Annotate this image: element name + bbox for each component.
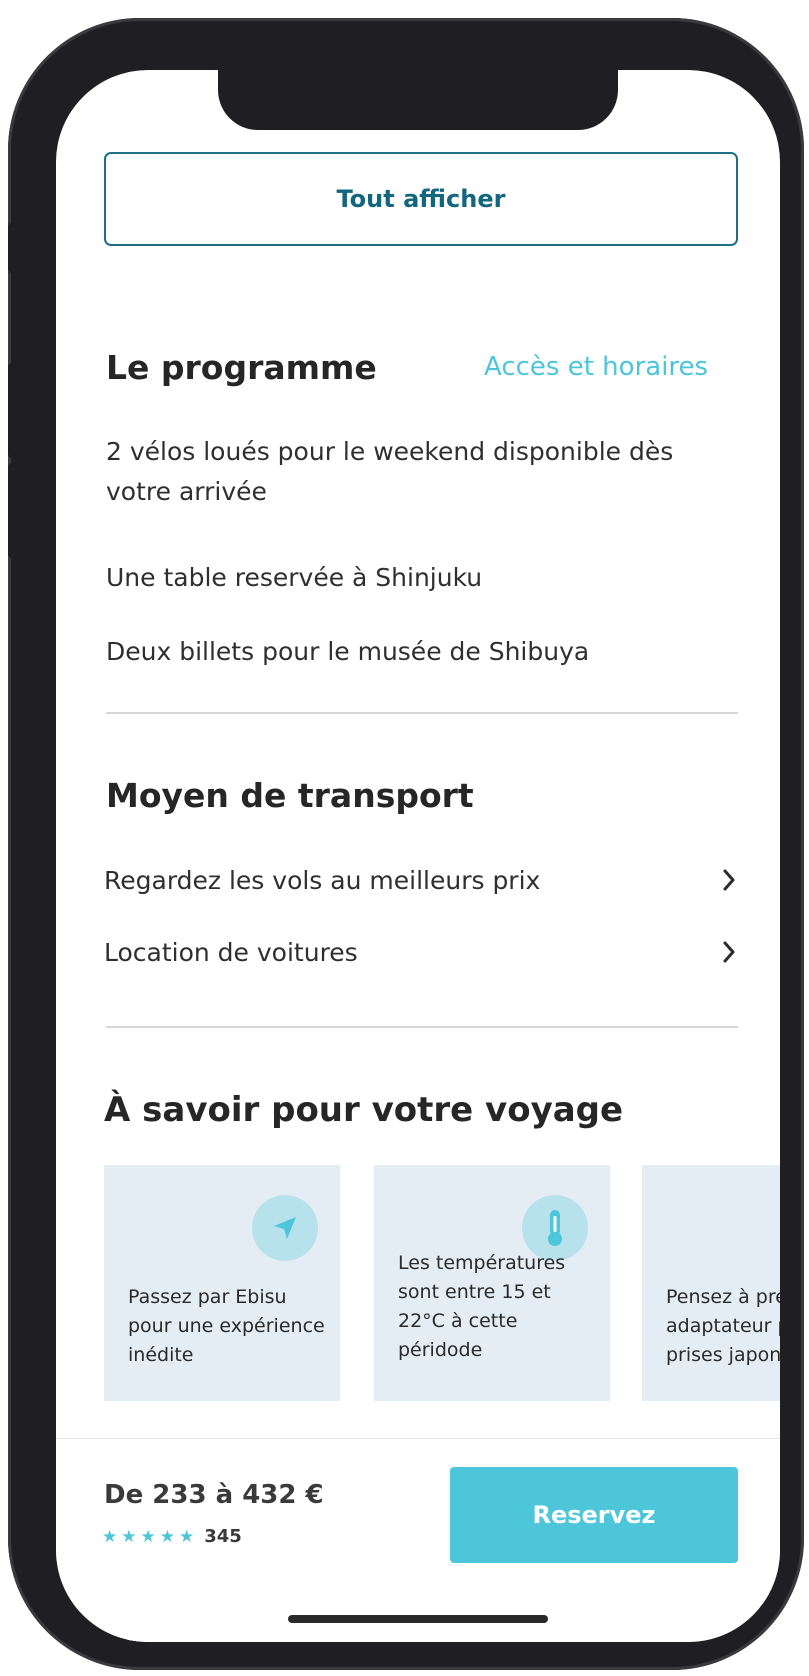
star-icon: ★	[159, 1526, 175, 1547]
price-range: De 233 à 432 €	[104, 1480, 324, 1510]
program-title: Le programme	[106, 348, 377, 387]
navigation-arrow-icon	[252, 1195, 318, 1261]
star-icon: ★	[179, 1526, 195, 1547]
rating: ★ ★ ★ ★ ★ 345	[102, 1526, 242, 1547]
transport-title: Moyen de transport	[106, 776, 474, 815]
rating-count: 345	[204, 1526, 242, 1547]
program-item: 2 vélos loués pour le weekend disponible…	[106, 437, 674, 506]
trip-info-card[interactable]: Pensez à prendre un adaptateur pour les …	[642, 1165, 780, 1401]
trip-info-title: À savoir pour votre voyage	[104, 1090, 624, 1130]
access-hours-link[interactable]: Accès et horaires	[484, 352, 708, 382]
chevron-right-icon	[718, 867, 740, 893]
transport-item-flights[interactable]: Regardez les vols au meilleurs prix	[104, 860, 740, 900]
phone-screen: Tout afficher Le programme Accès et hora…	[56, 70, 780, 1642]
card-text: Pensez à prendre un adaptateur pour les …	[666, 1286, 780, 1366]
transport-item-label: Regardez les vols au meilleurs prix	[104, 865, 541, 895]
card-text: Les températures sont entre 15 et 22°C à…	[398, 1252, 566, 1361]
transport-item-label: Location de voitures	[104, 937, 358, 967]
trip-info-card[interactable]: Les températures sont entre 15 et 22°C à…	[374, 1165, 610, 1401]
divider	[106, 712, 738, 714]
star-icon: ★	[121, 1526, 137, 1547]
divider	[106, 1026, 738, 1028]
volume-up-button	[8, 363, 18, 458]
show-all-button[interactable]: Tout afficher	[104, 152, 738, 246]
program-item: Une table reservée à Shinjuku	[106, 563, 483, 592]
trip-info-card[interactable]: Passez par Ebisu pour une expérience iné…	[104, 1165, 340, 1401]
card-text: Passez par Ebisu pour une expérience iné…	[128, 1286, 325, 1366]
star-icon: ★	[102, 1526, 118, 1547]
home-indicator[interactable]	[288, 1615, 548, 1623]
star-icon: ★	[140, 1526, 156, 1547]
book-button[interactable]: Reservez	[450, 1467, 738, 1563]
volume-down-button	[8, 463, 18, 558]
program-item: Deux billets pour le musée de Shibuya	[106, 637, 590, 666]
phone-frame: Tout afficher Le programme Accès et hora…	[8, 18, 804, 1670]
silent-switch	[8, 223, 18, 273]
chevron-right-icon	[718, 939, 740, 965]
transport-item-car-rental[interactable]: Location de voitures	[104, 932, 740, 972]
notch	[218, 70, 618, 130]
